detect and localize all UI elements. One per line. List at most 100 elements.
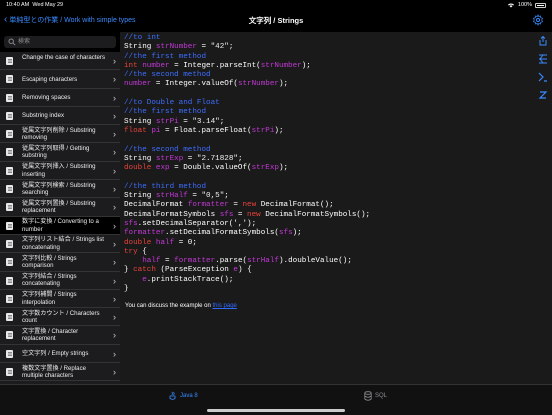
list-item-label: 文字列結合 / Strings concatenating <box>22 273 77 288</box>
list-item-label: Escaping characters <box>22 75 78 83</box>
code-line: //the first method <box>124 108 370 117</box>
code-token: = <box>183 154 197 163</box>
list-item[interactable]: Change the case of characters › <box>0 52 120 71</box>
code-token: ) { <box>237 266 252 275</box>
list-item[interactable]: 複数文字置換 / Replace multiple characters › <box>0 363 120 382</box>
document-icon <box>6 258 13 267</box>
chevron-right-icon: › <box>113 312 116 323</box>
code-line: e.printStackTrace(); <box>124 276 370 285</box>
code-token: formatter <box>187 201 229 210</box>
back-button[interactable]: ‹ 単純型との作業 / Work with simple types <box>4 15 136 25</box>
code-line: //to int <box>124 34 370 43</box>
code-token: String <box>124 192 156 201</box>
list-item[interactable]: 従属文字列挿入 / Substring inserting › <box>0 161 120 181</box>
battery-percent: 100% <box>517 2 532 8</box>
list-item-label: Substring index <box>22 112 65 120</box>
java-cup-icon <box>169 391 176 400</box>
chevron-right-icon: › <box>113 56 116 66</box>
discuss-link[interactable]: this page <box>213 303 237 309</box>
document-icon <box>6 75 13 84</box>
code-token: = 0; <box>174 238 197 247</box>
list-item-label: 従属文字列置換 / Substring replacement <box>22 199 96 215</box>
code-line: String strHalf = "0,5"; <box>124 192 370 201</box>
list-item[interactable]: 文字列リスト結合 / Strings list concatenating › <box>0 234 120 254</box>
code-line: number = Integer.valueOf(strNumber); <box>124 80 370 89</box>
code-line: //the second method <box>124 71 370 80</box>
code-line: //the third method <box>124 183 370 192</box>
list-item[interactable]: 従属文字列置換 / Substring replacement › <box>0 198 120 217</box>
code-token: = <box>233 210 248 219</box>
format-icon[interactable] <box>538 72 548 82</box>
code-line: String strExp = "2.71828"; <box>124 155 370 164</box>
list-item[interactable]: Escaping characters › <box>0 70 120 89</box>
code-line: try { <box>124 248 370 257</box>
list-item-label: 従属文字列削除 / Substring removing <box>22 126 96 142</box>
gear-icon[interactable] <box>532 14 544 26</box>
navigation-bar: ‹ 単純型との作業 / Work with simple types 文字列 /… <box>0 10 552 32</box>
collapse-icon[interactable] <box>538 54 548 64</box>
document-icon <box>6 294 13 303</box>
chevron-right-icon: › <box>113 165 116 176</box>
code-token: sfs <box>278 229 293 238</box>
chevron-right-icon: › <box>113 202 116 213</box>
code-token: strNumber <box>237 80 279 89</box>
chevron-right-icon: › <box>113 110 116 121</box>
code-token: = Float.parseFloat( <box>160 126 252 135</box>
code-line: } catch (ParseException e) { <box>124 266 370 275</box>
list-item[interactable]: 空文字列 / Empty strings › <box>0 344 120 364</box>
list-item[interactable]: 文字列結合 / Strings concatenating › <box>0 271 120 290</box>
code-token: = Double.valueOf( <box>169 164 252 173</box>
list-item[interactable]: 文字列補間 / Strings interpolation › <box>0 289 120 309</box>
code-token: formatter <box>174 257 216 266</box>
code-token: strExp <box>155 154 184 163</box>
tab-sql[interactable]: SQL <box>364 391 387 401</box>
list-item[interactable]: 従属文字列削除 / Substring removing › <box>0 125 120 144</box>
code-token: ; <box>228 43 234 52</box>
code-line: String strPi = "3.14"; <box>124 118 370 127</box>
code-token: = <box>196 43 211 52</box>
code-line: float pi = Float.parseFloat(strPi); <box>124 127 370 136</box>
code-token: new <box>247 210 261 219</box>
home-indicator <box>207 409 345 412</box>
list-item[interactable]: 従属文字列検索 / Substring searching › <box>0 180 120 199</box>
discuss-text: You can discuss the example on <box>125 303 211 309</box>
code-token: strHalf <box>247 257 279 266</box>
code-token: ); <box>247 219 257 228</box>
search-bar[interactable] <box>4 36 116 48</box>
list-item[interactable]: Substring index › <box>0 106 120 126</box>
code-token: DecimalFormatSymbols(); <box>260 210 371 219</box>
right-toolbar <box>534 32 552 112</box>
code-token: = <box>187 192 202 201</box>
list-item-label: 文字置換 / Character replacement <box>22 327 79 343</box>
chevron-right-icon: › <box>113 184 116 195</box>
document-icon <box>6 111 13 120</box>
code-token: strPi <box>155 117 179 126</box>
chevron-left-icon: ‹ <box>4 14 8 25</box>
list-item[interactable]: 文字置換 / Character replacement › <box>0 326 120 345</box>
code-token: .parse( <box>215 257 248 266</box>
chevron-right-icon: › <box>113 147 116 158</box>
status-bar: 10:40 AM Wed May 29 100% <box>0 0 552 10</box>
list-item[interactable]: 文字列比較 / Strings comparison › <box>0 253 120 272</box>
list-item-label: Removing spaces <box>22 94 71 102</box>
chevron-right-icon: › <box>113 220 116 231</box>
tab-java[interactable]: Java 8 <box>168 391 198 401</box>
list-item-label: 文字数カウント / Characters count <box>22 309 100 325</box>
search-input[interactable] <box>18 36 112 48</box>
list-item[interactable]: 数字に変換 / Converting to a number › <box>0 216 120 235</box>
code-token: ); <box>292 229 302 238</box>
code-token: ); <box>274 126 284 135</box>
share-icon[interactable] <box>538 36 548 46</box>
code-token: = <box>228 201 243 210</box>
code-line: String strNumber = "42"; <box>124 43 370 52</box>
list-item[interactable]: Removing spaces › <box>0 88 120 107</box>
sort-icon[interactable] <box>538 90 548 100</box>
code-token: formatter <box>124 229 166 238</box>
code-block: //to int String strNumber = "42"; //the fi… <box>124 34 370 294</box>
list-item[interactable]: 文字数カウント / Characters count › <box>0 308 120 327</box>
list-item-label: Change the case of characters <box>22 53 105 61</box>
list-item[interactable]: 従属文字列取得 / Getting substring › <box>0 143 120 162</box>
document-icon <box>6 166 13 175</box>
